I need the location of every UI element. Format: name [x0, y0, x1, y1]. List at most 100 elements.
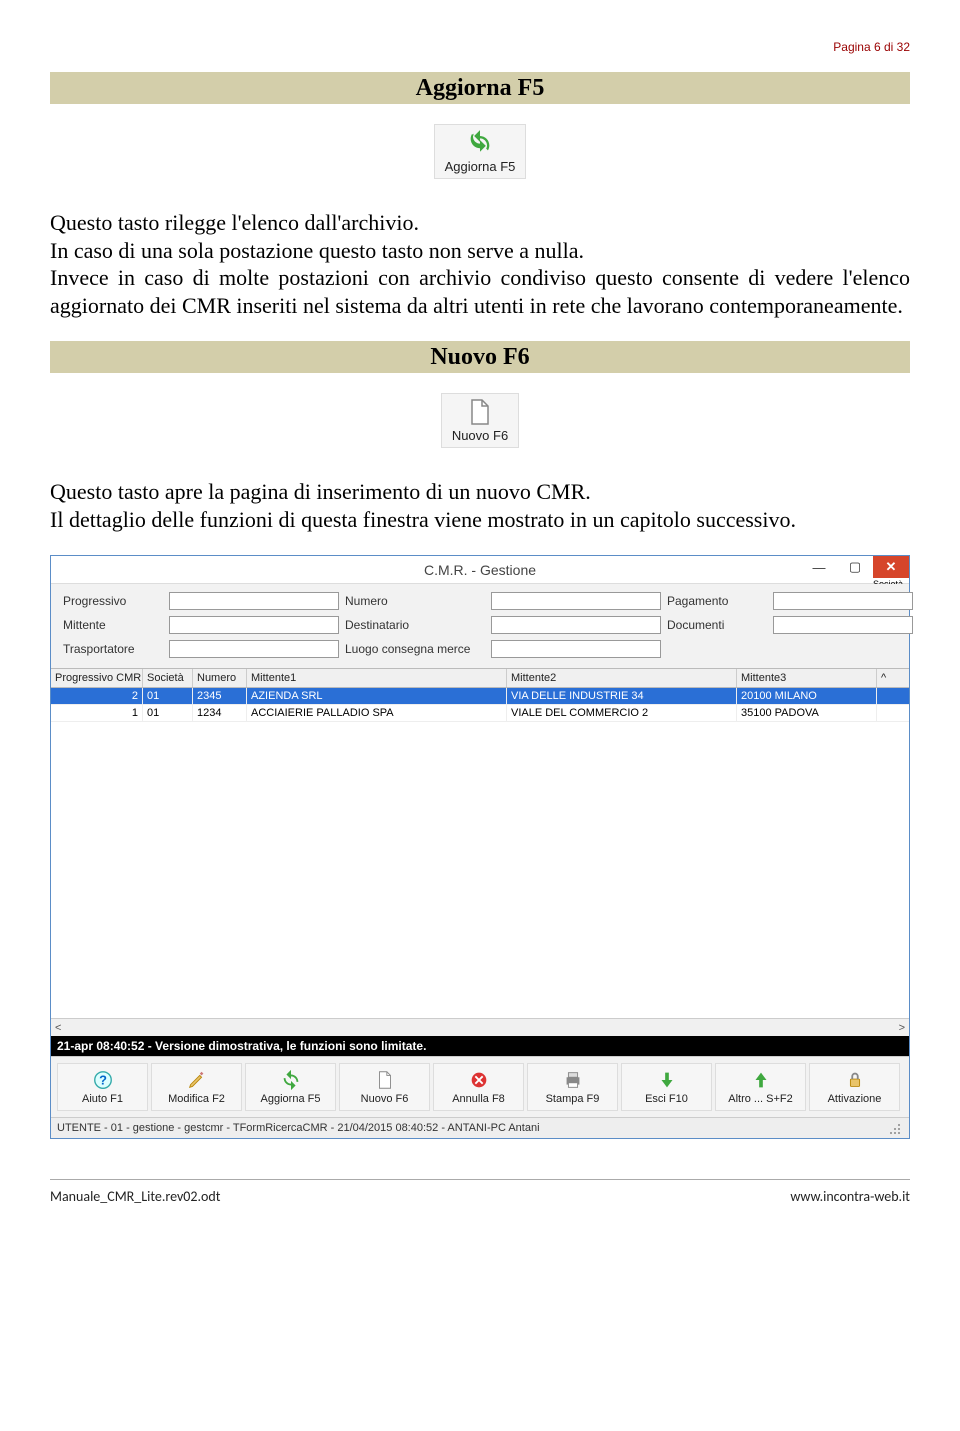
filter-label-mittente: Mittente — [63, 618, 163, 632]
table-cell: 01 — [143, 705, 193, 721]
toolbar-button-label: Annulla F8 — [452, 1093, 505, 1105]
nuovo-button-label: Nuovo F6 — [452, 428, 508, 443]
toolbar-button-label: Stampa F9 — [546, 1093, 600, 1105]
aggiorna-button-preview: Aggiorna F5 — [434, 124, 527, 179]
page-footer: Manuale_CMR_Lite.rev02.odt www.incontra-… — [50, 1179, 910, 1205]
toolbar-button-label: Nuovo F6 — [361, 1093, 409, 1105]
cancel-icon — [468, 1069, 490, 1091]
footer-right: www.incontra-web.it — [790, 1188, 910, 1205]
grid-header-mittente2[interactable]: Mittente2 — [507, 669, 737, 687]
table-cell: 20100 MILANO — [737, 688, 877, 704]
toolbar-button-print[interactable]: Stampa F9 — [527, 1063, 618, 1111]
minimize-button[interactable]: — — [801, 556, 837, 578]
text-line: Il dettaglio delle funzioni di questa fi… — [50, 507, 796, 532]
help-icon: ? — [92, 1069, 114, 1091]
grid-hscroll[interactable]: < > — [51, 1018, 909, 1036]
aggiorna-button-label: Aggiorna F5 — [445, 159, 516, 174]
filter-label-destinatario: Destinatario — [345, 618, 485, 632]
bottom-status-bar: UTENTE - 01 - gestione - gestcmr - TForm… — [51, 1117, 909, 1138]
toolbar-button-more[interactable]: Altro ... S+F2 — [715, 1063, 806, 1111]
filter-input-documenti[interactable] — [773, 616, 913, 634]
filter-input-destinatario[interactable] — [491, 616, 661, 634]
refresh-icon — [280, 1069, 302, 1091]
lock-icon — [844, 1069, 866, 1091]
section-title: Aggiorna F5 — [416, 75, 545, 102]
table-cell: VIALE DEL COMMERCIO 2 — [507, 705, 737, 721]
table-cell: AZIENDA SRL — [247, 688, 507, 704]
toolbar-button-label: Aiuto F1 — [82, 1093, 123, 1105]
table-row[interactable]: 1011234ACCIAIERIE PALLADIO SPAVIALE DEL … — [51, 705, 909, 722]
table-cell — [877, 688, 895, 704]
text-line: Questo tasto rilegge l'elenco dall'archi… — [50, 210, 419, 235]
filter-label-numero: Numero — [345, 594, 485, 608]
toolbar-button-edit[interactable]: Modifica F2 — [151, 1063, 242, 1111]
toolbar-button-label: Aggiorna F5 — [261, 1093, 321, 1105]
exit-icon — [656, 1069, 678, 1091]
body-text: Questo tasto apre la pagina di inserimen… — [50, 478, 910, 533]
window-title: C.M.R. - Gestione — [51, 562, 909, 578]
table-cell: 01 — [143, 688, 193, 704]
print-icon — [562, 1069, 584, 1091]
filter-input-luogo[interactable] — [491, 640, 661, 658]
filter-label-documenti: Documenti — [667, 618, 767, 632]
toolbar-button-cancel[interactable]: Annulla F8 — [433, 1063, 524, 1111]
filter-label-pagamento: Pagamento — [667, 594, 767, 608]
grid-header-societa[interactable]: Società — [143, 669, 193, 687]
table-cell: 1234 — [193, 705, 247, 721]
filter-label-progressivo: Progressivo — [63, 594, 163, 608]
toolbar-button-refresh[interactable]: Aggiorna F5 — [245, 1063, 336, 1111]
hscroll-right-icon[interactable]: > — [899, 1022, 905, 1034]
cmr-gestione-window: C.M.R. - Gestione — ▢ ✕ Società 01 Progr… — [50, 555, 910, 1139]
new-document-icon — [467, 398, 493, 426]
resize-grip-icon — [889, 1121, 903, 1135]
table-cell — [877, 705, 895, 721]
grid-header-row: Progressivo CMR Società Numero Mittente1… — [51, 668, 909, 688]
text-line: Questo tasto apre la pagina di inserimen… — [50, 479, 591, 504]
table-cell: 2345 — [193, 688, 247, 704]
filter-input-pagamento[interactable] — [773, 592, 913, 610]
table-cell: ACCIAIERIE PALLADIO SPA — [247, 705, 507, 721]
toolbar-button-help[interactable]: ? Aiuto F1 — [57, 1063, 148, 1111]
grid-body: 2012345AZIENDA SRLVIA DELLE INDUSTRIE 34… — [51, 688, 909, 1018]
window-titlebar: C.M.R. - Gestione — ▢ ✕ Società 01 — [51, 556, 909, 584]
hscroll-left-icon[interactable]: < — [55, 1022, 61, 1034]
section-bar-aggiorna: Aggiorna F5 — [50, 72, 910, 104]
toolbar-button-label: Altro ... S+F2 — [728, 1093, 793, 1105]
grid-header-mittente3[interactable]: Mittente3 — [737, 669, 877, 687]
table-cell: 1 — [51, 705, 143, 721]
close-button[interactable]: ✕ — [873, 556, 909, 578]
edit-icon — [186, 1069, 208, 1091]
filter-input-progressivo[interactable] — [169, 592, 339, 610]
toolbar-button-exit[interactable]: Esci F10 — [621, 1063, 712, 1111]
filter-label-luogo: Luogo consegna merce — [345, 642, 485, 656]
toolbar-button-label: Modifica F2 — [168, 1093, 225, 1105]
filter-input-trasportatore[interactable] — [169, 640, 339, 658]
toolbar-button-new[interactable]: Nuovo F6 — [339, 1063, 430, 1111]
grid-header-scroll: ^ — [877, 669, 895, 687]
grid-header-numero[interactable]: Numero — [193, 669, 247, 687]
table-cell: VIA DELLE INDUSTRIE 34 — [507, 688, 737, 704]
body-text: Questo tasto rilegge l'elenco dall'archi… — [50, 209, 910, 319]
page-indicator: Pagina 6 di 32 — [50, 40, 910, 54]
grid-header-progressivo[interactable]: Progressivo CMR — [51, 669, 143, 687]
status-bar: 21-apr 08:40:52 - Versione dimostrativa,… — [51, 1036, 909, 1056]
toolbar-button-lock[interactable]: Attivazione — [809, 1063, 900, 1111]
more-icon — [750, 1069, 772, 1091]
text-line: Invece in caso di molte postazioni con a… — [50, 265, 910, 318]
section-title: Nuovo F6 — [430, 344, 529, 371]
svg-text:?: ? — [99, 1073, 107, 1088]
bottom-status-text: UTENTE - 01 - gestione - gestcmr - TForm… — [57, 1122, 540, 1134]
toolbar-button-label: Attivazione — [828, 1093, 882, 1105]
nuovo-button-preview: Nuovo F6 — [441, 393, 519, 448]
new-icon — [374, 1069, 396, 1091]
toolbar-button-label: Esci F10 — [645, 1093, 688, 1105]
filter-input-numero[interactable] — [491, 592, 661, 610]
footer-left: Manuale_CMR_Lite.rev02.odt — [50, 1188, 220, 1205]
section-bar-nuovo: Nuovo F6 — [50, 341, 910, 373]
table-row[interactable]: 2012345AZIENDA SRLVIA DELLE INDUSTRIE 34… — [51, 688, 909, 705]
table-cell: 2 — [51, 688, 143, 704]
grid-header-mittente1[interactable]: Mittente1 — [247, 669, 507, 687]
refresh-icon — [466, 129, 494, 157]
maximize-button[interactable]: ▢ — [837, 556, 873, 578]
filter-input-mittente[interactable] — [169, 616, 339, 634]
